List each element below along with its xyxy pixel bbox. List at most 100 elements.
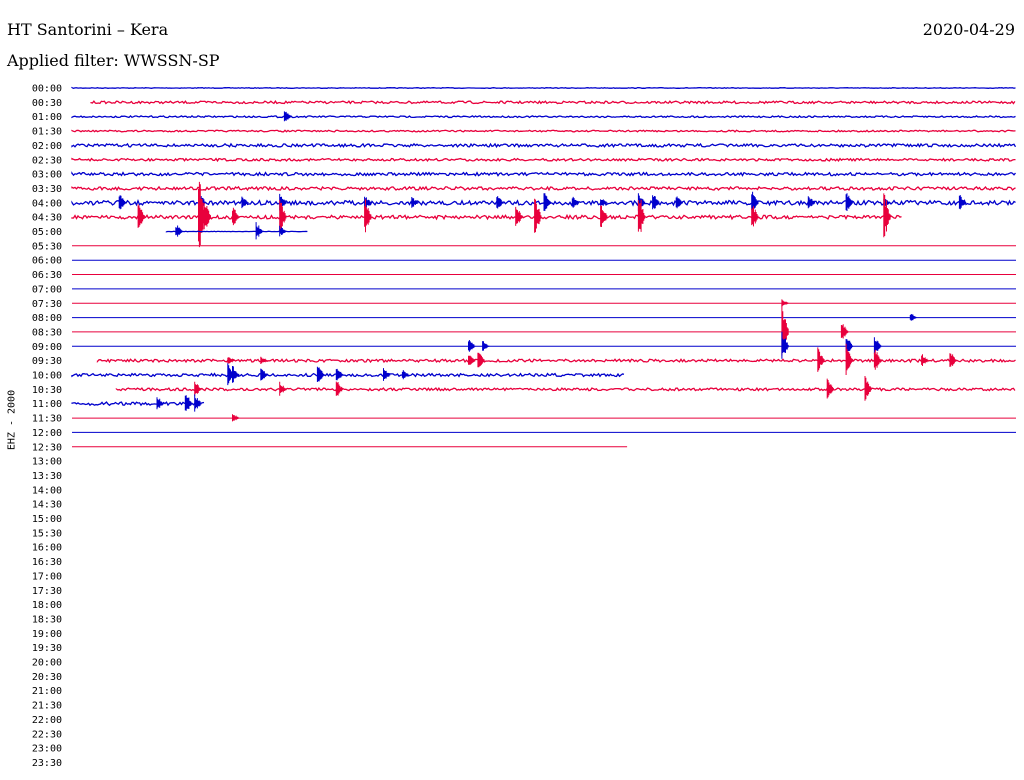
seismic-event — [227, 357, 235, 364]
seismic-event — [949, 353, 957, 367]
row-time-label: 09:30 — [32, 356, 62, 367]
row-time-label: 06:30 — [32, 270, 62, 281]
seismic-event — [781, 299, 789, 307]
row-time-label: 22:00 — [32, 715, 62, 726]
seismic-event — [864, 376, 872, 401]
row-time-label: 05:30 — [32, 241, 62, 252]
seismic-event — [637, 199, 646, 232]
seismic-event — [921, 354, 929, 366]
row-time-label: 09:00 — [32, 342, 62, 353]
row-time-label: 19:30 — [32, 643, 62, 654]
seismic-event — [840, 324, 849, 339]
seismic-event — [909, 314, 918, 321]
seismic-event — [958, 195, 967, 210]
row-time-label: 07:00 — [32, 284, 62, 295]
row-time-label: 18:30 — [32, 614, 62, 625]
row-time-label: 05:00 — [32, 227, 62, 238]
trace-row — [71, 114, 1016, 119]
row-time-label: 15:00 — [32, 514, 62, 525]
row-time-label: 08:30 — [32, 327, 62, 338]
row-time-label: 01:00 — [32, 112, 62, 123]
trace-row — [115, 386, 1016, 392]
trace-row — [71, 157, 1016, 163]
trace-row — [71, 185, 1016, 192]
seismic-event — [232, 414, 240, 422]
seismic-event — [194, 381, 202, 396]
row-time-label: 15:30 — [32, 528, 62, 539]
seismic-event — [279, 381, 287, 396]
row-time-label: 16:30 — [32, 557, 62, 568]
row-time-label: 01:30 — [32, 127, 62, 138]
seismic-event — [194, 394, 202, 412]
trace-row — [71, 213, 902, 221]
row-time-label: 18:00 — [32, 600, 62, 611]
row-time-label: 12:30 — [32, 442, 62, 453]
row-time-label: 08:00 — [32, 313, 62, 324]
seismic-event — [468, 355, 476, 365]
row-time-label: 20:30 — [32, 672, 62, 683]
trace-row — [71, 372, 625, 378]
row-time-label: 10:00 — [32, 371, 62, 382]
trace-row — [71, 86, 1016, 89]
row-time-label: 11:00 — [32, 399, 62, 410]
seismic-event — [184, 395, 193, 411]
seismic-event — [255, 222, 263, 240]
row-time-label: 19:00 — [32, 629, 62, 640]
row-time-label: 14:30 — [32, 500, 62, 511]
seismic-event — [845, 193, 853, 211]
row-time-label: 13:30 — [32, 471, 62, 482]
seismic-event — [241, 196, 249, 209]
trace-row — [71, 129, 1016, 133]
seismic-event — [468, 340, 476, 352]
seismic-event — [477, 352, 485, 368]
seismic-event — [316, 366, 325, 382]
seismic-event — [807, 196, 816, 209]
row-time-label: 23:00 — [32, 744, 62, 755]
seismic-event — [283, 111, 292, 122]
row-time-label: 21:30 — [32, 701, 62, 712]
helicorder-plot: 00:00 00:30 01:00 01:30 02:00 02:30 03:00 03:30… — [32, 84, 1017, 769]
row-time-label: 03:30 — [32, 184, 62, 195]
seismic-event — [232, 207, 240, 226]
seismic-event — [515, 206, 523, 226]
row-time-label: 17:30 — [32, 586, 62, 597]
seismic-event — [411, 197, 419, 208]
seismic-event — [232, 366, 240, 383]
row-time-label: 20:00 — [32, 658, 62, 669]
seismic-event — [826, 378, 834, 399]
seismic-event — [817, 347, 825, 372]
seismic-event — [118, 195, 126, 210]
row-time-label: 23:30 — [32, 758, 62, 769]
row-time-label: 02:00 — [32, 141, 62, 152]
seismic-event — [600, 205, 608, 227]
row-time-label: 10:30 — [32, 385, 62, 396]
seismic-event — [156, 397, 164, 410]
row-time-label: 07:30 — [32, 299, 62, 310]
seismic-event — [203, 202, 211, 230]
row-time-label: 04:30 — [32, 213, 62, 224]
row-time-label: 21:00 — [32, 686, 62, 697]
seismic-event — [571, 196, 580, 208]
seismic-event — [335, 381, 344, 396]
row-time-label: 02:30 — [32, 155, 62, 166]
row-time-label: 00:30 — [32, 98, 62, 109]
row-time-label: 14:00 — [32, 485, 62, 496]
seismic-event — [260, 368, 268, 381]
seismic-event — [543, 193, 551, 211]
row-time-label: 16:00 — [32, 543, 62, 554]
row-time-label: 11:30 — [32, 414, 62, 425]
seismic-event — [751, 206, 759, 227]
seismic-event — [401, 370, 410, 380]
seismic-event — [137, 204, 145, 228]
seismic-event — [675, 196, 683, 209]
seismic-event — [496, 196, 504, 209]
seismic-event — [873, 349, 882, 370]
seismic-event — [260, 356, 268, 364]
row-time-label: 13:00 — [32, 457, 62, 468]
trace-row — [90, 100, 1016, 105]
seismic-event — [482, 341, 490, 351]
row-time-label: 17:00 — [32, 571, 62, 582]
seismic-event — [335, 368, 344, 381]
seismic-event — [175, 225, 183, 237]
trace-row — [71, 142, 1017, 149]
